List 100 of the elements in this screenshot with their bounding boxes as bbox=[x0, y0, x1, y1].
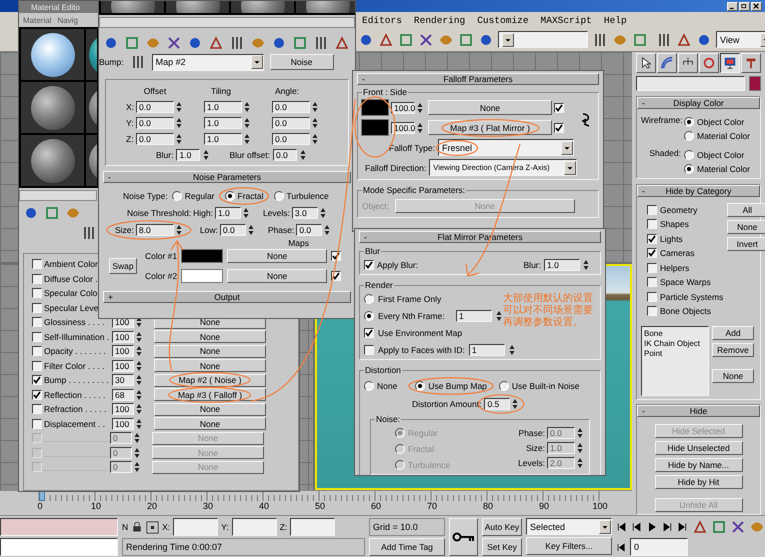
category-button[interactable]: Invert bbox=[727, 237, 765, 251]
checkbox[interactable] bbox=[32, 375, 42, 386]
number-field[interactable]: 8.0 bbox=[136, 224, 174, 236]
absolute-mode-icon[interactable] bbox=[146, 520, 160, 534]
map-button[interactable]: None bbox=[154, 402, 266, 416]
frame-field[interactable]: 0 bbox=[630, 538, 688, 556]
radio-button[interactable] bbox=[395, 460, 405, 470]
hide-button[interactable]: Hide by Hit bbox=[654, 474, 742, 488]
view-dropdown[interactable]: View bbox=[716, 31, 765, 48]
amount-field[interactable]: 100 bbox=[112, 360, 134, 372]
checkbox[interactable] bbox=[32, 302, 42, 313]
selection-dropdown[interactable] bbox=[498, 31, 588, 48]
number-field[interactable]: 1.0 bbox=[204, 132, 242, 144]
toolbar-icon[interactable] bbox=[334, 35, 350, 51]
set-key-button[interactable]: Set Key bbox=[482, 538, 522, 556]
playback-icon[interactable] bbox=[661, 521, 673, 533]
spinner-arrows[interactable] bbox=[312, 100, 318, 112]
color-swatch[interactable] bbox=[749, 76, 761, 91]
category-button[interactable]: All bbox=[727, 203, 765, 217]
checkbox[interactable] bbox=[32, 259, 42, 270]
scrollbar[interactable] bbox=[99, 17, 355, 28]
map-button[interactable]: None bbox=[428, 100, 552, 115]
radio-button[interactable] bbox=[498, 380, 509, 390]
auto-key-button[interactable]: Auto Key bbox=[482, 518, 522, 536]
spinner-arrows[interactable] bbox=[512, 398, 518, 410]
checkbox[interactable] bbox=[32, 274, 42, 284]
playback-icon[interactable] bbox=[616, 521, 628, 533]
navigation-icon[interactable] bbox=[711, 519, 727, 535]
radio-button[interactable] bbox=[684, 150, 694, 160]
x-coordinate-field[interactable] bbox=[173, 518, 218, 536]
spinner-arrows[interactable] bbox=[244, 100, 250, 112]
toolbar-icon[interactable] bbox=[208, 35, 224, 51]
z-coordinate-field[interactable] bbox=[290, 518, 336, 536]
radio-button[interactable] bbox=[684, 164, 694, 174]
menu-item[interactable]: Material bbox=[23, 16, 52, 24]
checkbox[interactable] bbox=[647, 277, 657, 287]
playback-icon[interactable] bbox=[676, 521, 688, 533]
hide-button[interactable]: Hide by Name... bbox=[654, 458, 742, 472]
spinner-arrows[interactable] bbox=[242, 206, 249, 218]
map-button[interactable]: Map #2 ( Noise ) bbox=[154, 374, 266, 387]
time-slider[interactable]: 0 10 20 30 40 50 60 70 80 90 100 bbox=[34, 491, 614, 515]
spinner-arrows[interactable] bbox=[176, 224, 182, 236]
spinner-arrows[interactable] bbox=[176, 116, 182, 128]
checkbox[interactable] bbox=[32, 404, 42, 414]
checkbox[interactable] bbox=[554, 122, 564, 132]
radio-button[interactable] bbox=[684, 130, 694, 140]
time-slider-thumb[interactable] bbox=[39, 491, 45, 501]
radio-button[interactable] bbox=[364, 294, 374, 304]
checkbox[interactable] bbox=[647, 248, 657, 258]
checkbox[interactable] bbox=[647, 262, 657, 272]
spinner-arrows[interactable] bbox=[134, 432, 140, 444]
spinner-arrows[interactable] bbox=[508, 344, 515, 356]
number-field[interactable]: 0.0 bbox=[136, 116, 174, 128]
number-field[interactable]: 0.5 bbox=[484, 398, 510, 410]
number-field[interactable]: 0.0 bbox=[220, 224, 246, 236]
lock-icon[interactable] bbox=[131, 521, 144, 533]
menu-item[interactable]: Navig bbox=[57, 16, 78, 24]
navigation-icon[interactable] bbox=[730, 519, 746, 535]
map-button[interactable]: None bbox=[154, 344, 266, 358]
name-field[interactable] bbox=[636, 76, 745, 91]
map-button[interactable]: None bbox=[154, 359, 266, 372]
menu-item[interactable]: Customize bbox=[477, 14, 529, 26]
toolbar-icon[interactable] bbox=[187, 35, 203, 51]
toolbar-icon[interactable] bbox=[378, 32, 394, 48]
rollout-header[interactable]: - Hide bbox=[637, 404, 760, 416]
map-button[interactable]: None bbox=[154, 330, 266, 344]
toolbar-icon[interactable] bbox=[271, 35, 287, 51]
swap-button[interactable]: Swap bbox=[109, 258, 137, 274]
spinner-arrows[interactable] bbox=[136, 360, 142, 372]
radio-button[interactable] bbox=[364, 310, 374, 320]
menu-item[interactable]: Editors bbox=[362, 14, 402, 26]
number-field[interactable]: 0.0 bbox=[272, 132, 310, 144]
color-swatch[interactable] bbox=[361, 119, 389, 136]
number-field[interactable]: 1.0 bbox=[204, 116, 242, 128]
key-mode-dropdown[interactable]: Selected bbox=[526, 518, 612, 535]
number-field[interactable]: 1 bbox=[456, 310, 492, 322]
spinner-arrows[interactable] bbox=[312, 132, 318, 144]
checkbox[interactable] bbox=[647, 292, 657, 302]
toolbar-icon[interactable] bbox=[103, 35, 119, 51]
toolbar-icon[interactable] bbox=[656, 32, 672, 48]
spinner-arrows[interactable] bbox=[136, 374, 142, 386]
add-time-tag-button[interactable]: Add Time Tag bbox=[369, 538, 445, 556]
spinner-arrows[interactable] bbox=[324, 224, 330, 236]
map-button[interactable]: Map #3 ( Flat Mirror ) bbox=[428, 120, 552, 135]
hide-button[interactable]: Hide Unselected bbox=[654, 440, 742, 454]
radio-button[interactable] bbox=[395, 428, 405, 438]
list-item[interactable]: IK Chain Object bbox=[644, 338, 706, 348]
amount-field[interactable]: 100 bbox=[112, 418, 134, 430]
spinner-arrows[interactable] bbox=[136, 403, 142, 416]
amount-field[interactable]: 68 bbox=[112, 388, 134, 401]
rollout-header[interactable]: - Display Color bbox=[637, 97, 760, 109]
list-item[interactable]: Point bbox=[644, 348, 706, 358]
checkbox[interactable] bbox=[364, 328, 374, 338]
checkbox[interactable] bbox=[647, 234, 657, 244]
spinner-arrows[interactable] bbox=[417, 102, 423, 114]
menu-item[interactable]: MAXScript bbox=[540, 14, 592, 26]
checkbox[interactable] bbox=[364, 260, 374, 270]
toolbar-icon[interactable] bbox=[313, 35, 329, 51]
color-swatch[interactable] bbox=[181, 269, 224, 283]
checkbox[interactable] bbox=[32, 317, 42, 328]
